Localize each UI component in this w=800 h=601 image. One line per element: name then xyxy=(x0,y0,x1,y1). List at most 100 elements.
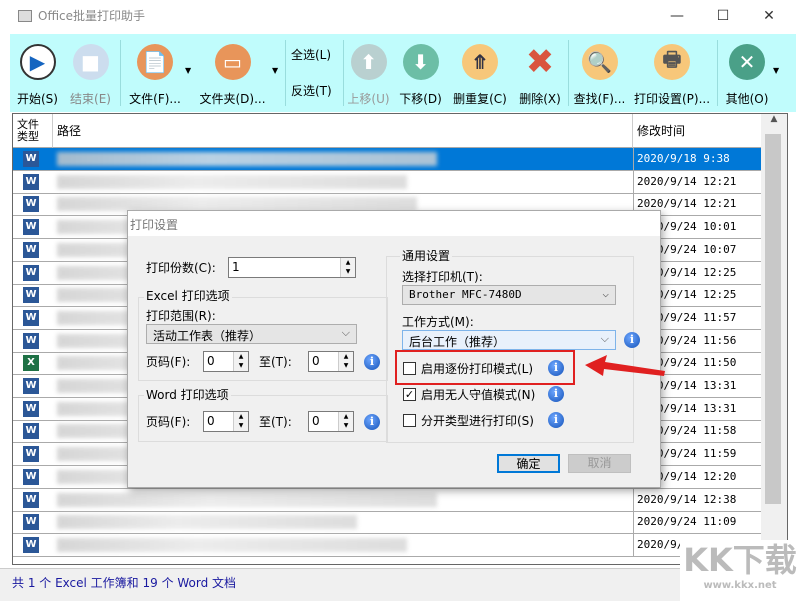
info-icon[interactable]: i xyxy=(624,332,640,348)
modified-time: 2020/9/14 12:38 xyxy=(633,488,763,511)
file-icon: 📄 xyxy=(137,44,173,80)
word-file-icon: W xyxy=(23,423,39,440)
range-label: 打印范围(R): xyxy=(146,309,216,323)
word-file-icon: W xyxy=(23,332,39,349)
other-label: 其他(O) xyxy=(725,92,769,106)
range-select[interactable]: 活动工作表（推荐） ⌵ xyxy=(146,324,357,344)
copies-input[interactable]: 1 ▲ ▼ xyxy=(228,257,356,278)
window-title: Office批量打印助手 xyxy=(38,9,146,23)
remove-duplicates-button[interactable]: ⤊ 删重复(C) xyxy=(450,34,510,112)
close-button[interactable]: ✕ xyxy=(746,0,792,31)
info-icon[interactable]: i xyxy=(364,354,380,370)
file-path xyxy=(57,537,407,552)
word-from-value: 0 xyxy=(207,414,215,428)
file-path xyxy=(57,492,437,507)
maximize-button[interactable]: ☐ xyxy=(700,0,746,31)
excel-page-to-input[interactable]: 0 ▲ ▼ xyxy=(308,351,354,372)
spinner[interactable]: ▲ ▼ xyxy=(233,352,248,371)
table-row[interactable]: W 2020/9/14 12:38 xyxy=(13,488,763,512)
file-path xyxy=(57,174,407,189)
invert-selection-button[interactable]: 反选(T) xyxy=(291,82,332,99)
table-row[interactable]: W 2020/9/14 12:21 xyxy=(13,170,762,194)
word-file-icon: W xyxy=(23,309,39,326)
chevron-down-icon[interactable]: ▼ xyxy=(272,66,278,75)
printer-value: Brother MFC-7480D xyxy=(409,288,522,301)
ok-button[interactable]: 确定 xyxy=(497,454,560,473)
printer-label: 选择打印机(T): xyxy=(402,270,483,284)
minimize-button[interactable]: — xyxy=(654,0,700,31)
watermark-logo: KK下载 xyxy=(683,541,797,579)
file-label: 文件(F)... xyxy=(129,92,181,106)
print-settings-dialog: 打印设置 打印份数(C): 1 ▲ ▼ Excel 打印选项 打印范围(R): 活动… xyxy=(127,210,661,488)
unattended-checkbox[interactable]: ✓ xyxy=(403,388,416,401)
chevron-down-icon[interactable]: ▼ xyxy=(185,66,191,75)
word-page-from-label: 页码(F): xyxy=(146,415,191,429)
word-file-icon: W xyxy=(23,173,39,190)
printer-icon: 🖶 xyxy=(654,44,690,80)
table-row[interactable]: W 2020/9/24 11:09 xyxy=(13,511,762,535)
cancel-button[interactable]: 取消 xyxy=(568,454,631,473)
excel-group-label: Excel 打印选项 xyxy=(144,287,232,304)
excel-page-to-label: 至(T): xyxy=(259,355,292,369)
info-icon[interactable]: i xyxy=(364,414,380,430)
collate-checkbox[interactable] xyxy=(403,362,416,375)
word-file-icon: W xyxy=(23,378,39,394)
move-down-button[interactable]: ⬇ 下移(D) xyxy=(398,34,443,112)
word-file-icon: W xyxy=(23,400,39,417)
word-file-icon: W xyxy=(23,264,39,281)
info-icon[interactable]: i xyxy=(548,386,564,402)
table-row[interactable]: W 2020/9/1 xyxy=(13,533,762,557)
excel-from-value: 0 xyxy=(207,354,215,368)
delete-x-icon: ✖ xyxy=(525,42,555,82)
excel-page-from-input[interactable]: 0 ▲ ▼ xyxy=(203,351,249,372)
word-file-icon: W xyxy=(23,219,39,236)
column-header-time[interactable]: 修改时间 xyxy=(633,114,763,148)
add-file-button[interactable]: 📄 文件(F)... xyxy=(125,34,185,112)
start-button[interactable]: ▶ 开始(S) xyxy=(15,34,60,112)
separate-checkbox[interactable] xyxy=(403,414,416,427)
start-label: 开始(S) xyxy=(17,92,58,106)
collate-label: 启用逐份打印模式(L) xyxy=(421,362,534,376)
word-page-to-label: 至(T): xyxy=(259,415,292,429)
delete-button[interactable]: ✖ 删除(X) xyxy=(515,34,565,112)
find-button[interactable]: 🔍 查找(F)... xyxy=(572,34,627,112)
word-page-from-input[interactable]: 0 ▲ ▼ xyxy=(203,411,249,432)
file-path xyxy=(57,152,437,166)
word-file-icon: W xyxy=(23,536,39,553)
scrollbar-thumb[interactable] xyxy=(765,134,781,504)
merge-icon: ⤊ xyxy=(462,44,498,80)
table-row[interactable]: W 2020/9/18 9:38 xyxy=(13,148,762,171)
watermark: KK下载 www.kkx.net xyxy=(680,540,800,601)
spinner[interactable]: ▲ ▼ xyxy=(338,352,353,371)
word-file-icon: W xyxy=(23,196,39,213)
separator xyxy=(568,40,569,106)
info-icon[interactable]: i xyxy=(548,360,564,376)
column-header-type[interactable]: 文件 类型 xyxy=(13,114,53,148)
separator xyxy=(717,40,718,106)
printer-select[interactable]: Brother MFC-7480D ⌵ xyxy=(402,285,616,305)
stop-button[interactable]: ■ 结束(E) xyxy=(68,34,113,112)
general-group-label: 通用设置 xyxy=(400,247,453,264)
add-folder-button[interactable]: ▭ 文件夹(D)... xyxy=(195,34,270,112)
red-arrow xyxy=(585,355,665,376)
other-button[interactable]: ✕ 其他(O) xyxy=(722,34,772,112)
chevron-down-icon[interactable]: ▼ xyxy=(773,66,779,75)
copies-spinner[interactable]: ▲ ▼ xyxy=(340,258,355,277)
spinner[interactable]: ▲ ▼ xyxy=(338,412,353,431)
select-all-button[interactable]: 全选(L) xyxy=(291,46,331,63)
file-path xyxy=(57,515,357,530)
column-header-path[interactable]: 路径 xyxy=(53,114,633,148)
word-group-label: Word 打印选项 xyxy=(144,386,231,403)
vertical-scrollbar[interactable]: ▲ xyxy=(761,114,787,564)
print-settings-button[interactable]: 🖶 打印设置(P)... xyxy=(632,34,712,112)
scroll-up-icon[interactable]: ▲ xyxy=(761,114,787,124)
info-icon[interactable]: i xyxy=(548,412,564,428)
mode-select[interactable]: 后台工作（推荐） ⌵ xyxy=(402,330,616,350)
chevron-down-icon: ⌵ xyxy=(341,326,350,339)
move-up-button[interactable]: ⬆ 上移(U) xyxy=(346,34,391,112)
excel-to-value: 0 xyxy=(312,354,320,368)
spinner[interactable]: ▲ ▼ xyxy=(233,412,248,431)
search-icon: 🔍 xyxy=(581,44,618,80)
word-page-to-input[interactable]: 0 ▲ ▼ xyxy=(308,411,354,432)
word-file-icon: W xyxy=(23,241,39,258)
